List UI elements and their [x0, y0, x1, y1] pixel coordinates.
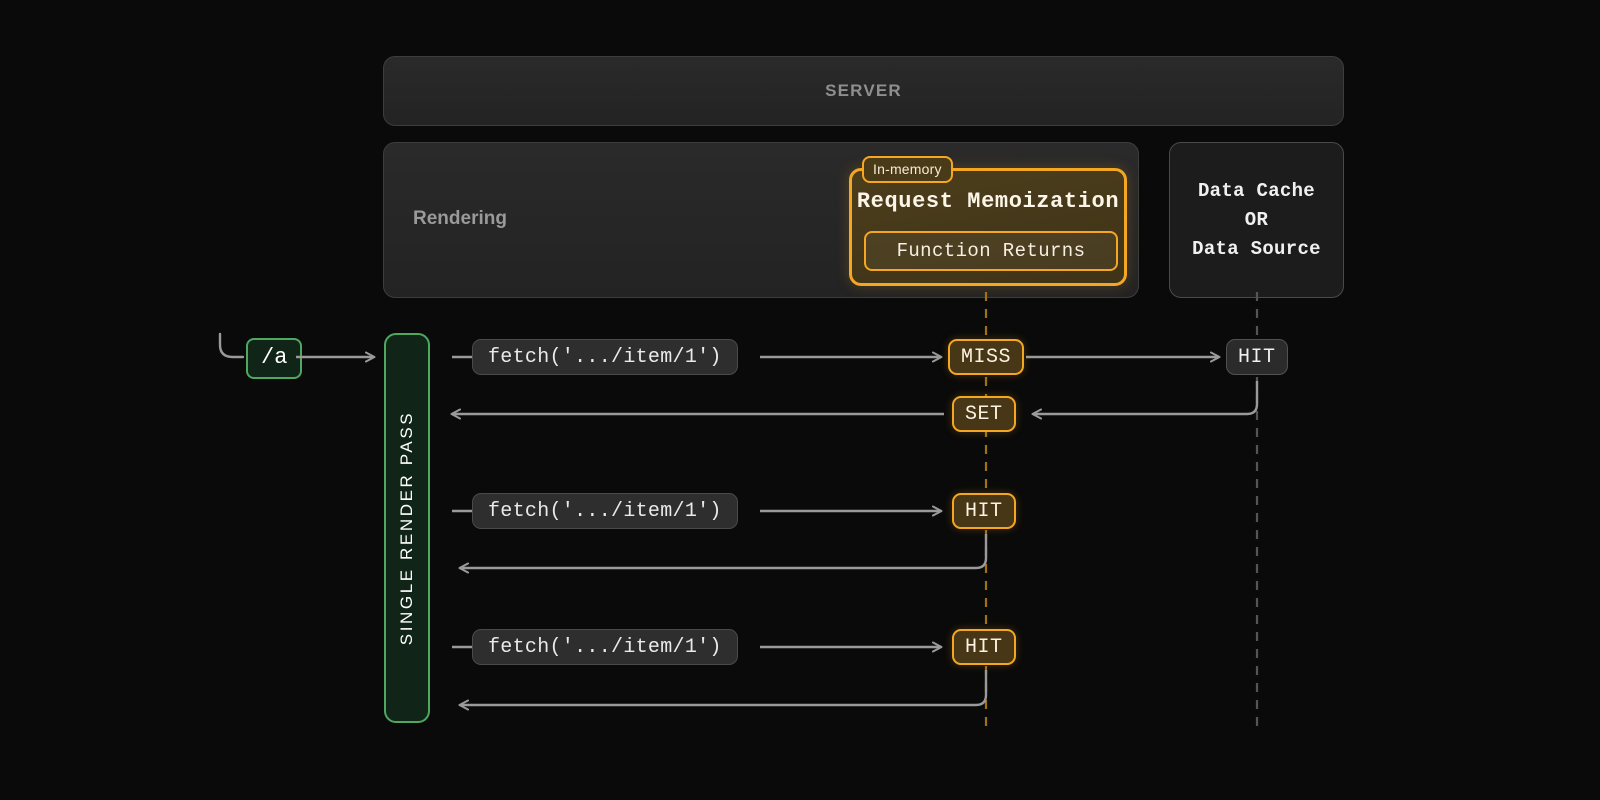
data-cache-line-2: OR	[1244, 209, 1269, 231]
single-render-pass-bar: SINGLE RENDER PASS	[384, 333, 430, 723]
in-memory-tag: In-memory	[862, 156, 953, 183]
memo-status-row-3: HIT	[952, 629, 1016, 665]
fetch-request-row-3: fetch('.../item/1')	[472, 629, 738, 665]
memo-status-row-1: MISS	[948, 339, 1025, 375]
route-pill: /a	[246, 338, 303, 379]
single-render-pass-label: SINGLE RENDER PASS	[397, 410, 416, 646]
rendering-label: Rendering	[413, 208, 507, 229]
memo-status-row-2: HIT	[952, 493, 1016, 529]
fetch-request-row-2: fetch('.../item/1')	[472, 493, 738, 529]
cache-status-row-1: HIT	[1226, 339, 1288, 375]
data-cache-line-3: Data Source	[1192, 238, 1321, 260]
entry-curve	[218, 332, 245, 359]
row2-return	[458, 534, 988, 574]
data-cache-line-1: Data Cache	[1197, 180, 1316, 202]
diagram-canvas: SERVER Rendering Request Memoization Fun…	[0, 0, 1600, 800]
request-memoization-card: Request Memoization Function Returns	[849, 168, 1127, 286]
request-memoization-title: Request Memoization	[856, 189, 1120, 214]
server-label: SERVER	[825, 81, 902, 100]
row1-cache-return	[1031, 381, 1259, 420]
function-returns-box: Function Returns	[864, 231, 1118, 271]
fetch-request-row-1: fetch('.../item/1')	[472, 339, 738, 375]
memo-set-row-1: SET	[952, 396, 1016, 432]
data-cache-panel: Data Cache OR Data Source	[1169, 142, 1344, 298]
server-panel: SERVER	[383, 56, 1344, 126]
row3-return	[458, 670, 988, 711]
